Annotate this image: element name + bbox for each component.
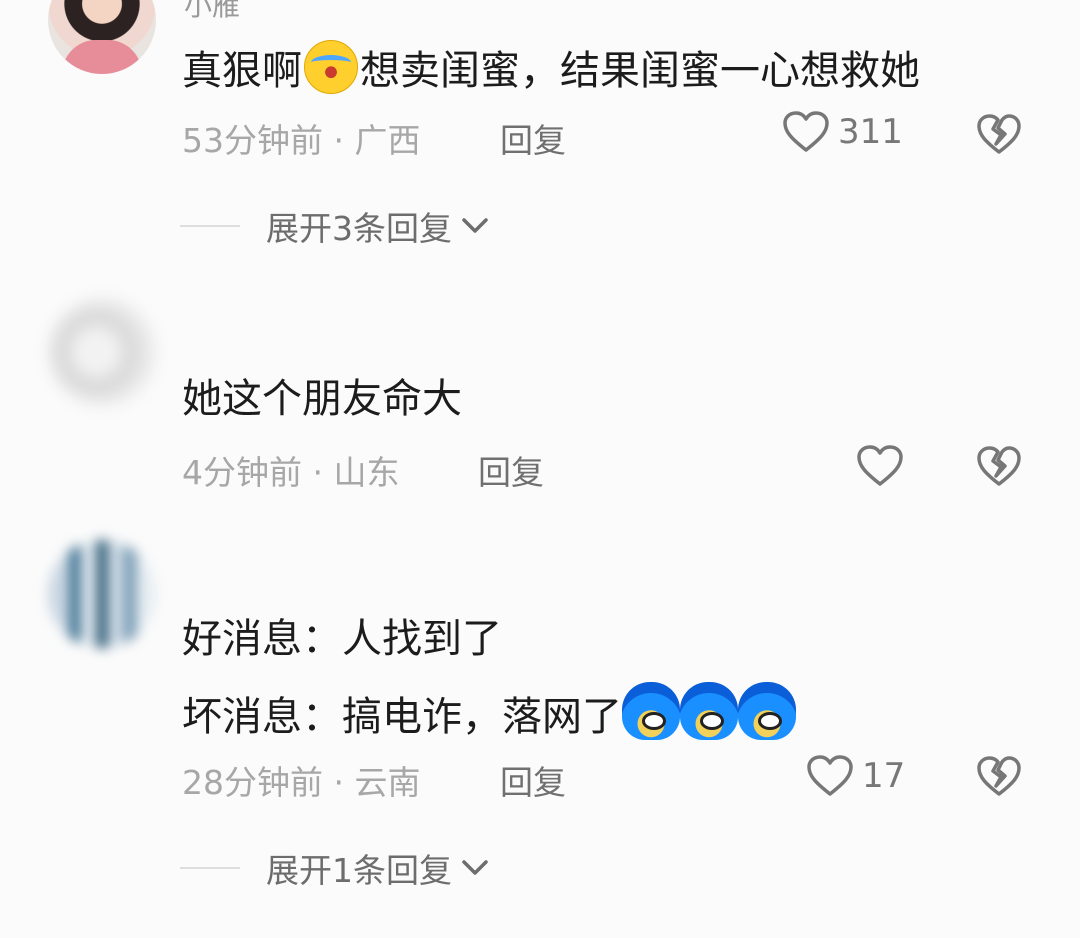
dislike-button[interactable] bbox=[976, 112, 1022, 156]
crying-laughing-emoji-icon bbox=[304, 40, 358, 94]
chevron-down-icon bbox=[462, 218, 488, 233]
avatar[interactable] bbox=[48, 298, 156, 406]
chevron-down-icon bbox=[462, 860, 488, 875]
like-count: 311 bbox=[838, 112, 903, 152]
blue-hair-face-emoji-icon bbox=[738, 682, 796, 740]
heart-icon bbox=[783, 111, 829, 152]
comment-list: 小雁 真狠啊 想卖闺蜜，结果闺蜜一心想救她 53分钟前 · 广西 回复 311 展… bbox=[0, 0, 1080, 938]
expand-replies-label: 展开3条回复 bbox=[266, 209, 452, 248]
broken-heart-icon bbox=[977, 114, 1021, 154]
reply-button[interactable]: 回复 bbox=[478, 446, 544, 494]
comment-text-line-2: 坏消息：搞电诈，落网了 bbox=[182, 682, 796, 742]
comment-text: 她这个朋友命大 bbox=[182, 376, 462, 422]
dislike-button[interactable] bbox=[976, 754, 1022, 798]
like-count: 17 bbox=[862, 756, 906, 796]
comment-text-part: 真狠啊 bbox=[182, 48, 302, 94]
expand-replies-button[interactable]: 展开1条回复 bbox=[180, 844, 490, 892]
heart-icon bbox=[807, 755, 853, 796]
expand-replies-label: 展开1条回复 bbox=[266, 851, 452, 890]
blue-hair-face-emoji-icon bbox=[680, 682, 738, 740]
comment-text-line-1: 好消息：人找到了 bbox=[182, 616, 502, 662]
comment-text-part: 想卖闺蜜，结果闺蜜一心想救她 bbox=[360, 48, 920, 94]
dislike-button[interactable] bbox=[976, 444, 1022, 488]
avatar-photo bbox=[62, 40, 142, 74]
divider-line bbox=[180, 867, 240, 869]
reply-button[interactable]: 回复 bbox=[500, 114, 566, 162]
like-button[interactable]: 311 bbox=[782, 110, 903, 154]
like-button[interactable]: 17 bbox=[806, 754, 905, 798]
blue-hair-face-emoji-icon bbox=[622, 682, 680, 740]
comment-meta: 53分钟前 · 广西 bbox=[182, 121, 421, 160]
heart-icon bbox=[857, 445, 903, 486]
divider-line bbox=[180, 225, 240, 227]
comment-meta: 4分钟前 · 山东 bbox=[182, 453, 400, 492]
expand-replies-button[interactable]: 展开3条回复 bbox=[180, 202, 490, 250]
username[interactable]: 小雁 bbox=[184, 0, 240, 24]
reply-button[interactable]: 回复 bbox=[500, 756, 566, 804]
broken-heart-icon bbox=[977, 756, 1021, 796]
broken-heart-icon bbox=[977, 446, 1021, 486]
comment-text: 真狠啊 想卖闺蜜，结果闺蜜一心想救她 bbox=[182, 40, 920, 96]
comment-meta: 28分钟前 · 云南 bbox=[182, 763, 421, 802]
like-button[interactable] bbox=[856, 444, 904, 488]
avatar[interactable] bbox=[48, 0, 156, 74]
comment-text-part: 坏消息：搞电诈，落网了 bbox=[182, 694, 622, 740]
avatar[interactable] bbox=[48, 540, 156, 648]
